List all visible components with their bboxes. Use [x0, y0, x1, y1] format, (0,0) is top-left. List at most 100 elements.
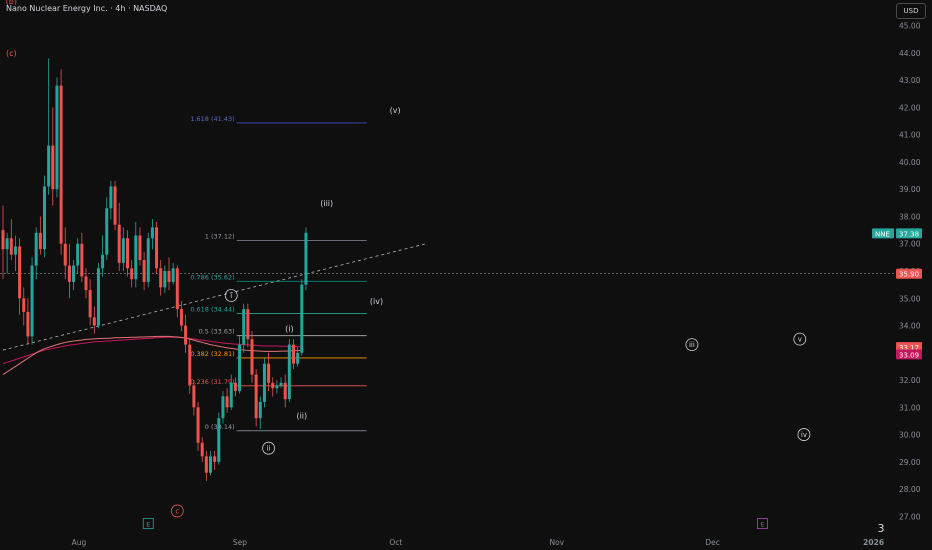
y-tick-label: 29.00	[899, 458, 921, 467]
y-tick-label: 40.00	[899, 158, 921, 167]
candle-body	[258, 401, 262, 419]
candle-body	[155, 227, 159, 269]
wave-label: (c)	[6, 49, 17, 58]
x-tick-label: Aug	[72, 538, 87, 547]
candle-body	[142, 260, 146, 282]
candle-body	[204, 456, 208, 473]
ma-price-tag: 33.09	[899, 351, 919, 359]
candle-body	[30, 265, 34, 337]
candle-body	[1, 230, 5, 250]
candle-body	[121, 238, 125, 263]
candle-body	[22, 298, 26, 312]
fib-level-label: 0.236 (31.79)	[190, 378, 234, 386]
candle-body	[55, 85, 59, 190]
candle-body	[38, 232, 42, 250]
candle-body	[146, 238, 150, 282]
symbol-tag: NNE	[875, 230, 890, 238]
y-tick-label: 43.00	[899, 76, 921, 85]
candle-body	[109, 186, 113, 209]
candle-body	[292, 344, 295, 364]
candle-body	[304, 232, 308, 285]
wave-label: ii	[267, 445, 271, 453]
y-tick-label: 28.00	[899, 485, 921, 494]
candle-body	[279, 382, 283, 386]
candle-body	[5, 238, 9, 250]
fib-level-label: 0.5 (33.63)	[199, 328, 235, 336]
candle-body	[105, 208, 109, 255]
candle-body	[117, 224, 121, 263]
candle-body	[167, 271, 171, 282]
candle-body	[96, 268, 100, 326]
candle-body	[175, 268, 179, 310]
y-tick-label: 42.00	[899, 103, 921, 112]
candle-body	[159, 268, 163, 288]
y-tick-label: 34.00	[899, 322, 921, 331]
fib-level-label: 0.786 (35.62)	[190, 273, 234, 281]
candle-body	[138, 235, 142, 261]
price-chart[interactable]: 27.0028.0029.0030.0031.0032.0033.0034.00…	[0, 0, 932, 550]
wave-label: (iii)	[320, 199, 333, 208]
candle-body	[80, 243, 84, 277]
y-tick-label: 45.00	[899, 22, 921, 31]
candle-body	[209, 456, 212, 473]
candle-body	[34, 232, 38, 266]
wave-label: iii	[689, 341, 695, 349]
y-tick-label: 39.00	[899, 185, 921, 194]
y-tick-label: 35.00	[899, 294, 921, 303]
x-tick-label: Dec	[705, 538, 720, 547]
candle-body	[113, 186, 117, 225]
moving-average-line	[2, 335, 302, 376]
candle-body	[47, 145, 51, 187]
candle-body	[150, 227, 154, 239]
currency-button[interactable]: USD	[896, 3, 926, 19]
event-marker: E	[146, 521, 150, 529]
y-tick-label: 37.00	[899, 240, 921, 249]
candle-body	[76, 243, 80, 266]
fib-level-label: 0.618 (34.44)	[190, 306, 234, 314]
y-tick-label: 27.00	[899, 512, 921, 521]
price-line-tag: 35.90	[899, 271, 919, 279]
wave-labels: (b)(c)(ii)cEiii(i)(ii)(iii)(iv)(v)iiiviv…	[6, 0, 811, 529]
candle-body	[63, 243, 67, 266]
candle-body	[92, 317, 96, 326]
candle-body	[134, 235, 138, 280]
moving-averages	[2, 335, 302, 376]
candle-body	[275, 385, 279, 389]
candle-body	[179, 309, 183, 326]
fib-level-label: 0.382 (32.81)	[190, 350, 234, 358]
y-tick-label: 30.00	[899, 431, 921, 440]
x-tick-label: Sep	[233, 538, 247, 547]
candle-body	[192, 385, 196, 408]
candle-body	[130, 268, 134, 280]
candle-body	[238, 344, 242, 391]
candle-body	[296, 352, 300, 364]
candle-body	[163, 271, 167, 288]
candle-body	[18, 246, 22, 299]
candlestick-series	[1, 58, 308, 481]
wave-label: iv	[801, 431, 807, 439]
fib-level-label: 1.618 (41.43)	[190, 115, 234, 123]
candle-body	[101, 254, 105, 269]
wave-label: (i)	[285, 324, 293, 333]
candle-body	[262, 363, 266, 402]
candle-body	[67, 265, 71, 282]
event-marker: E	[760, 521, 764, 529]
candle-body	[233, 382, 237, 391]
candle-body	[254, 374, 258, 419]
candle-body	[84, 276, 88, 291]
chart-title: Nano Nuclear Energy Inc. · 4h · NASDAQ	[6, 4, 168, 13]
candle-body	[171, 268, 175, 282]
candle-body	[184, 325, 188, 345]
last-price-tag: 37.38	[899, 230, 919, 238]
x-axis: Aug Sep Oct Nov Dec 2026	[72, 538, 884, 547]
y-tick-label: 32.00	[899, 376, 921, 385]
candle-body	[221, 396, 225, 419]
candle-body	[246, 309, 250, 340]
candle-body	[213, 456, 217, 462]
candle-body	[196, 407, 200, 443]
candle-body	[126, 238, 129, 269]
wave-label: i	[230, 292, 232, 300]
wave-label: c	[175, 507, 179, 515]
x-tick-label: Oct	[389, 538, 402, 547]
wave-label: (ii)	[296, 411, 307, 420]
